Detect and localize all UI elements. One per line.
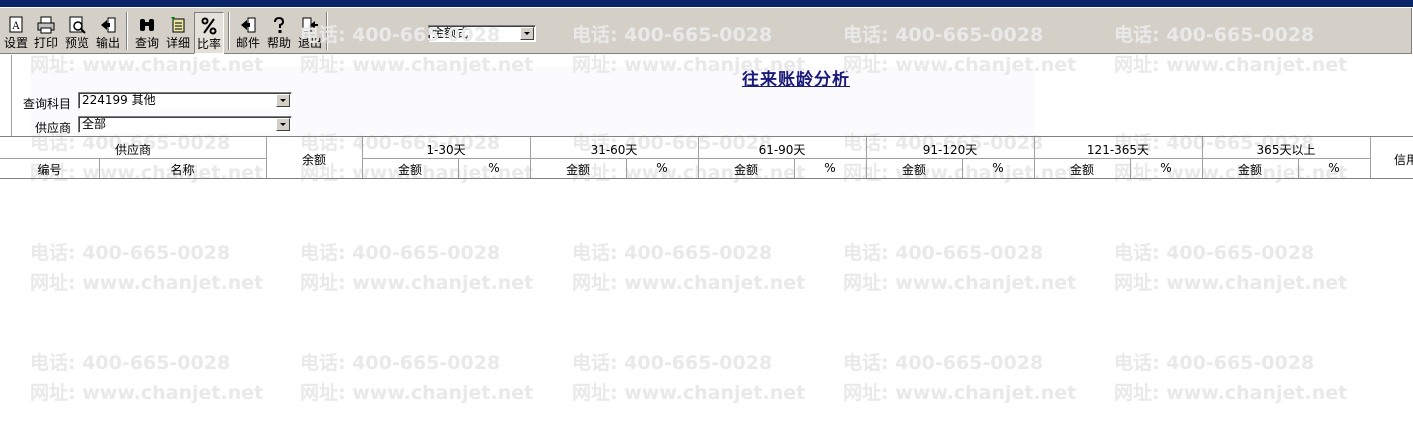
percent-icon xyxy=(201,17,217,35)
binoculars-icon xyxy=(140,19,154,31)
printer-icon xyxy=(37,16,55,34)
query-button[interactable]: 查询 xyxy=(132,12,162,54)
subject-label: 查询科目 xyxy=(23,97,72,111)
col-bucket-5-percent[interactable]: % xyxy=(1130,161,1202,175)
help-button[interactable]: 帮助 xyxy=(264,12,294,54)
col-bucket-2-percent[interactable]: % xyxy=(626,161,698,175)
grid-line xyxy=(1370,137,1371,178)
chevron-down-icon[interactable] xyxy=(276,118,290,131)
col-bucket-91-120: 91-120天 xyxy=(922,143,978,157)
setup-label: 设置 xyxy=(3,36,28,50)
preview-icon xyxy=(69,16,86,34)
ratio-button[interactable]: 比率 xyxy=(194,12,224,54)
col-bucket-1-30: 1-30天 xyxy=(426,143,466,157)
export-button[interactable]: 输出 xyxy=(93,12,123,54)
col-credit[interactable]: 信用 xyxy=(1394,151,1413,168)
aging-grid: 供应商 编号 名称 余额 1-30天 金额 % 31-60天 金额 % 61-9… xyxy=(0,136,1413,440)
mail-icon xyxy=(241,17,256,33)
col-bucket-5-amount[interactable]: 金额 xyxy=(1034,161,1130,178)
export-label: 输出 xyxy=(95,36,120,50)
exit-button[interactable]: 退出 xyxy=(295,12,325,54)
col-bucket-3-amount[interactable]: 金额 xyxy=(698,161,794,178)
mail-label: 邮件 xyxy=(235,36,260,50)
report-title: 往来账龄分析 xyxy=(742,70,850,90)
subject-select[interactable]: 224199 其他 xyxy=(78,92,292,109)
format-select-value: 金额式 xyxy=(432,26,469,40)
col-bucket-4-percent[interactable]: % xyxy=(962,161,1034,175)
detail-label: 详细 xyxy=(165,36,190,50)
col-supplier-group: 供应商 xyxy=(114,143,151,157)
export-icon xyxy=(101,17,116,33)
preview-label: 预览 xyxy=(64,36,89,50)
supplier-label: 供应商 xyxy=(35,121,72,135)
supplier-select-value: 全部 xyxy=(82,117,107,131)
col-balance[interactable]: 余额 xyxy=(266,151,362,168)
subject-select-value: 224199 其他 xyxy=(82,93,156,107)
toolbar-separator xyxy=(126,12,128,50)
mail-button[interactable]: 邮件 xyxy=(233,12,263,54)
col-bucket-2-amount[interactable]: 金额 xyxy=(530,161,626,178)
ratio-label: 比率 xyxy=(196,37,221,51)
grid-line xyxy=(0,158,266,159)
detail-button[interactable]: 详细 xyxy=(163,12,193,54)
page-setup-icon: A xyxy=(9,16,23,33)
col-bucket-6-percent[interactable]: % xyxy=(1298,161,1370,175)
col-bucket-4-amount[interactable]: 金额 xyxy=(866,161,962,178)
exit-label: 退出 xyxy=(297,36,322,50)
col-bucket-31-60: 31-60天 xyxy=(590,143,638,157)
print-button[interactable]: 打印 xyxy=(31,12,61,54)
query-label: 查询 xyxy=(134,36,159,50)
col-bucket-121-365: 121-365天 xyxy=(1086,143,1150,157)
toolbar-separator xyxy=(326,12,328,50)
col-bucket-3-percent[interactable]: % xyxy=(794,161,866,175)
setup-button[interactable]: A 设置 xyxy=(1,12,31,54)
format-select[interactable]: 金额式 xyxy=(428,25,536,42)
col-bucket-over-365: 365天以上 xyxy=(1256,143,1316,157)
toolbar: A 设置 打印 预览 输出 查询 详细 比率 邮件 帮助 退出 金额式 xyxy=(0,8,1413,54)
col-bucket-1-percent[interactable]: % xyxy=(458,161,530,175)
col-bucket-1-amount[interactable]: 金额 xyxy=(362,161,458,178)
print-label: 打印 xyxy=(33,36,58,50)
title-bar xyxy=(0,0,1413,7)
help-icon xyxy=(274,16,285,33)
chevron-down-icon[interactable] xyxy=(520,27,534,40)
supplier-select[interactable]: 全部 xyxy=(78,116,292,133)
report-header: 往来账龄分析 查询科目 224199 其他 供应商 全部 xyxy=(0,55,1413,137)
col-bucket-61-90: 61-90天 xyxy=(758,143,806,157)
grid-line xyxy=(0,178,1413,179)
exit-icon xyxy=(302,17,318,33)
toolbar-separator xyxy=(228,12,230,50)
help-label: 帮助 xyxy=(266,36,291,50)
detail-icon xyxy=(171,17,185,33)
col-name[interactable]: 名称 xyxy=(99,161,266,178)
col-code[interactable]: 编号 xyxy=(0,161,99,178)
col-bucket-6-amount[interactable]: 金额 xyxy=(1202,161,1298,178)
svg-text:A: A xyxy=(11,21,20,32)
chevron-down-icon[interactable] xyxy=(276,94,290,107)
header-left-border xyxy=(11,55,12,137)
preview-button[interactable]: 预览 xyxy=(62,12,92,54)
